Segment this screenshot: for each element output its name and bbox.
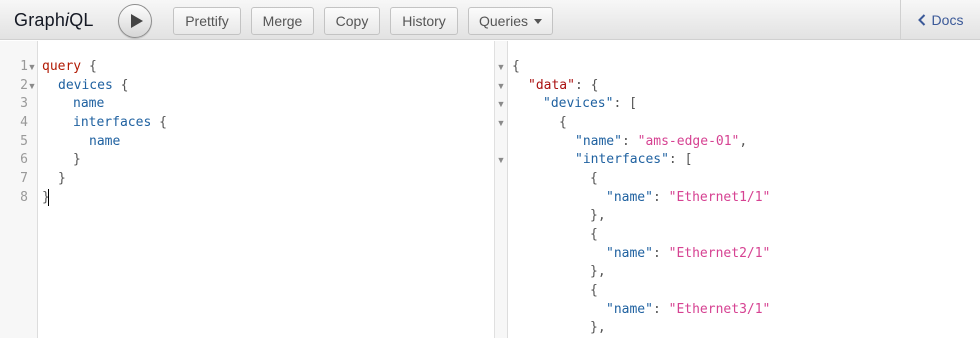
fold-arrow-icon[interactable]: ▼ <box>496 95 506 113</box>
json-line: }, <box>590 208 606 223</box>
line-number: 2 <box>20 78 28 93</box>
docs-label: Docs <box>931 12 964 28</box>
json-line: { <box>512 58 520 76</box>
app-title: GraphiQL <box>14 10 94 31</box>
json-key-name: "name" <box>606 246 653 261</box>
json-string-device-name: "ams-edge-01" <box>637 134 740 149</box>
execute-query-button[interactable] <box>118 4 152 38</box>
fold-arrow-icon[interactable]: ▼ <box>496 58 506 76</box>
json-string-interface-name: "Ethernet1/1" <box>668 190 771 205</box>
json-line: "name": "Ethernet1/1" <box>606 190 771 205</box>
result-viewer[interactable]: { "data": { "devices": [ { "name": "ams-… <box>508 41 980 338</box>
fold-arrow-icon[interactable]: ▼ <box>496 77 506 95</box>
title-suffix: QL <box>69 10 94 30</box>
docs-toggle-button[interactable]: Docs <box>900 0 980 40</box>
code-line: devices { <box>58 77 128 95</box>
json-line: { <box>559 115 567 130</box>
json-key-devices: "devices" <box>543 96 614 111</box>
brace: { <box>81 59 97 74</box>
result-gutter: ▼ ▼ ▼ ▼ ▼ <box>495 41 508 338</box>
prettify-label: Prettify <box>185 13 229 29</box>
code-line: interfaces { <box>73 114 167 132</box>
field-name: devices <box>58 78 113 93</box>
json-string-interface-name: "Ethernet3/1" <box>668 302 771 317</box>
json-line: "name": "Ethernet3/1" <box>606 302 771 317</box>
code-line: } <box>58 170 66 188</box>
copy-button[interactable]: Copy <box>324 7 380 35</box>
json-key-name: "name" <box>606 190 653 205</box>
fold-arrow-icon[interactable]: ▼ <box>27 77 37 95</box>
fold-arrow-icon[interactable]: ▼ <box>27 58 37 76</box>
history-label: History <box>402 13 446 29</box>
copy-label: Copy <box>335 13 369 29</box>
line-number: 4 <box>20 115 28 130</box>
line-number: 7 <box>20 171 28 186</box>
brace: { <box>512 59 520 74</box>
history-button[interactable]: History <box>390 7 458 35</box>
json-key-data: "data" <box>528 78 575 93</box>
code-line: name <box>89 133 120 151</box>
fold-arrow-icon[interactable]: ▼ <box>496 151 506 169</box>
json-line: }, <box>590 264 606 279</box>
json-key-interfaces: "interfaces" <box>575 152 669 167</box>
json-line: "interfaces": [ <box>575 152 693 167</box>
merge-label: Merge <box>262 13 303 29</box>
fold-arrow-icon[interactable]: ▼ <box>496 114 506 132</box>
chevron-down-icon <box>534 18 543 24</box>
json-line: { <box>590 283 598 298</box>
json-string-interface-name: "Ethernet2/1" <box>668 246 771 261</box>
json-line: "data": { <box>528 78 599 93</box>
brace: } <box>73 152 81 167</box>
text-cursor <box>48 189 49 206</box>
merge-button[interactable]: Merge <box>251 7 314 35</box>
field-name: name <box>89 134 121 149</box>
line-number: 6 <box>20 152 28 167</box>
title-prefix: Graph <box>14 10 66 30</box>
query-keyword: query <box>42 59 82 74</box>
queries-label: Queries <box>478 13 529 29</box>
line-number: 1 <box>20 59 28 74</box>
field-name: name <box>73 96 105 111</box>
line-number: 3 <box>20 96 28 111</box>
brace: { <box>112 78 129 93</box>
json-line: "name": "ams-edge-01", <box>575 134 748 149</box>
prettify-button[interactable]: Prettify <box>173 7 241 35</box>
brace: { <box>151 115 167 130</box>
json-key-name: "name" <box>606 302 653 317</box>
toolbar: GraphiQL Prettify Merge Copy History Que… <box>0 0 980 40</box>
query-editor[interactable]: 1 2 3 4 5 6 7 8 ▼ ▼ query { devices { na… <box>0 41 495 338</box>
line-number: 8 <box>20 190 28 205</box>
brace: } <box>58 171 66 186</box>
play-icon <box>130 14 143 28</box>
json-line: { <box>590 171 598 186</box>
json-key-name: "name" <box>575 134 622 149</box>
code-line: } <box>73 151 81 169</box>
json-line: { <box>590 227 598 242</box>
chevron-left-icon <box>917 14 925 26</box>
queries-dropdown-button[interactable]: Queries <box>468 7 553 35</box>
code-line: name <box>73 95 104 113</box>
json-line: "devices": [ <box>543 96 637 111</box>
json-line: }, <box>590 320 606 335</box>
line-number: 5 <box>20 134 28 149</box>
field-name: interfaces <box>73 115 152 130</box>
code-line: query { <box>42 58 97 76</box>
json-line: "name": "Ethernet2/1" <box>606 246 771 261</box>
